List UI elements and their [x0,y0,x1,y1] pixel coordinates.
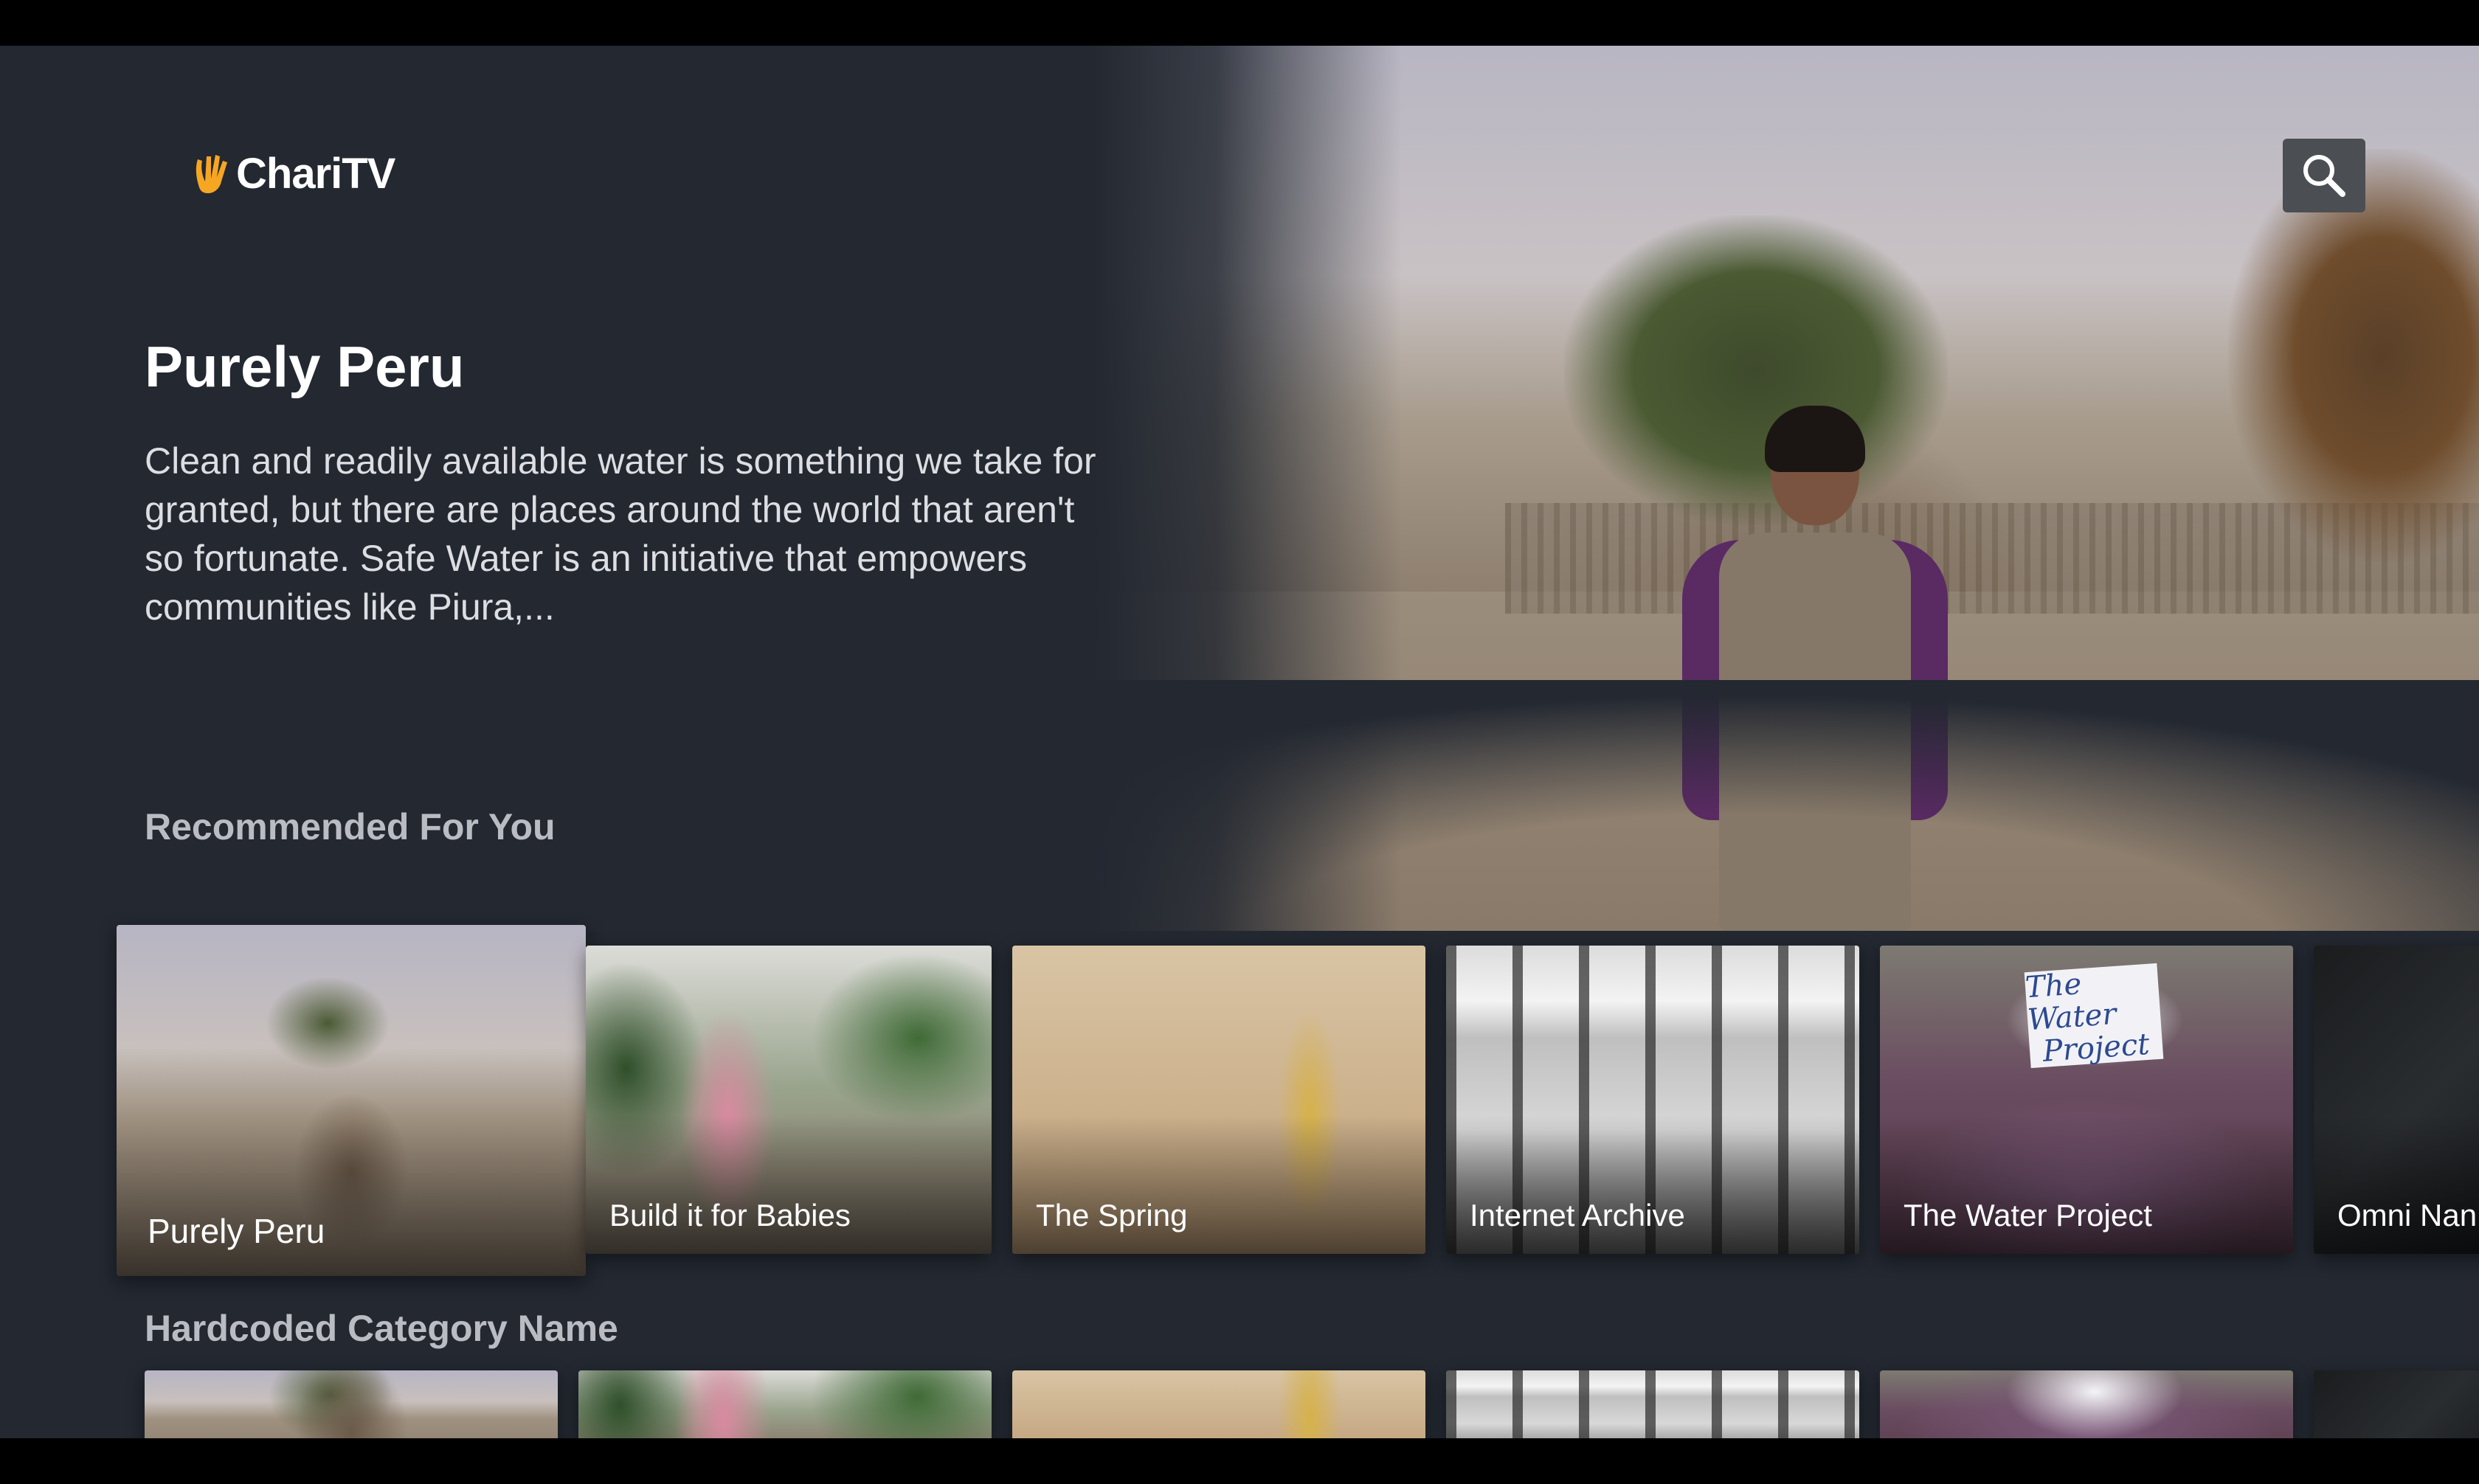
card-thumbnail [1880,1370,2293,1438]
card-the-water-project[interactable]: The Water Project The Water Project [1880,946,2293,1254]
recommended-row: Purely Peru Build it for Babies The Spri… [0,879,2479,1277]
logo-text: ChariTV [236,150,395,198]
tv-screen: ChariTV Purely Peru Clean and readily av… [0,46,2479,1438]
hand-icon [196,154,227,193]
card-thumbnail [145,1370,558,1438]
hero-title: Purely Peru [145,334,465,399]
card-omni-nan-preview[interactable] [2314,1370,2479,1438]
card-label: Build it for Babies [609,1198,851,1232]
app-logo: ChariTV [193,149,395,198]
card-thumbnail [578,1370,992,1438]
row-title-recommended: Recommended For You [145,806,556,847]
card-the-spring-preview[interactable] [1012,1370,1425,1438]
hero-description: Clean and readily available water is som… [145,440,1096,628]
water-project-sign: The Water Project [2025,963,2164,1069]
card-purely-peru-preview[interactable] [145,1370,558,1438]
card-build-it-for-babies-preview[interactable] [578,1370,992,1438]
letterbox-bar [0,1438,2479,1484]
search-button[interactable] [2283,139,2365,212]
card-label: Internet Archive [1470,1198,1685,1232]
card-internet-archive-preview[interactable] [1446,1370,1859,1438]
card-purely-peru[interactable]: Purely Peru [117,925,586,1276]
card-label: The Spring [1036,1198,1188,1232]
hardcoded-category-row [0,1370,2479,1438]
card-the-spring[interactable]: The Spring [1012,946,1425,1254]
card-label: Omni Nan [2337,1198,2478,1232]
card-build-it-for-babies[interactable]: Build it for Babies [586,946,992,1254]
card-the-water-project-preview[interactable] [1880,1370,2293,1438]
card-thumbnail [2314,1370,2479,1438]
row-title-hardcoded: Hardcoded Category Name [145,1308,618,1349]
card-label: The Water Project [1904,1198,2152,1232]
card-internet-archive[interactable]: Internet Archive [1446,946,1859,1254]
card-thumbnail [1012,1370,1425,1438]
search-icon [2303,155,2345,197]
card-omni-nan[interactable]: Omni Nan [2314,946,2479,1254]
card-thumbnail [1446,1370,1859,1438]
card-label: Purely Peru [148,1212,325,1250]
